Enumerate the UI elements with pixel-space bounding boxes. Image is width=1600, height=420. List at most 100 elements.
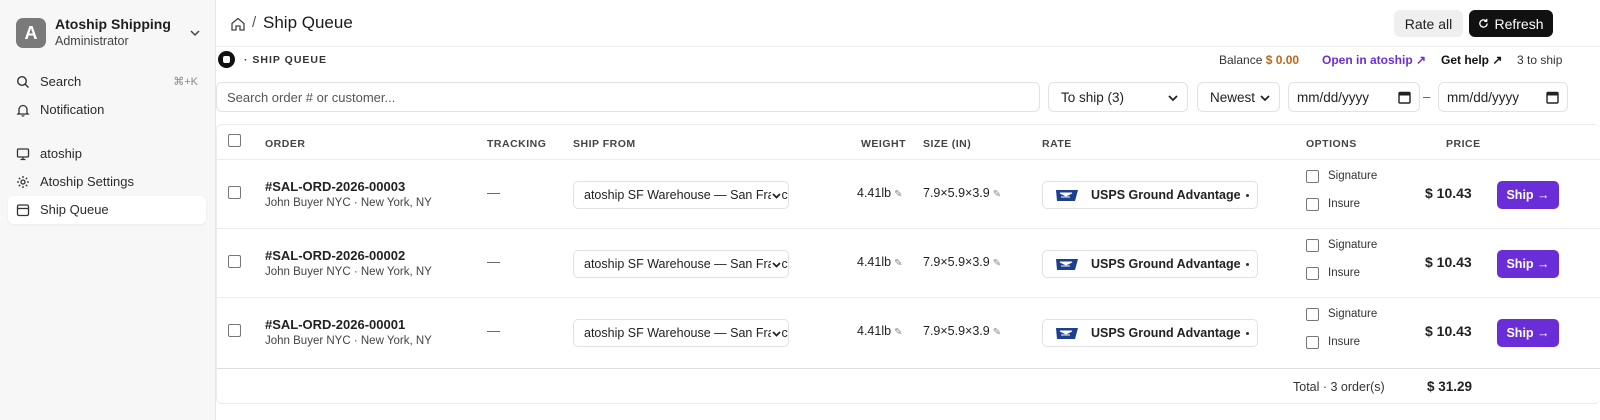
sidebar-item-atoship-settings[interactable]: Atoship Settings xyxy=(8,168,206,196)
column-header-weight: WEIGHT xyxy=(861,138,906,150)
order-id[interactable]: #SAL-ORD-2026-00002 xyxy=(265,248,405,263)
weight-value[interactable]: 4.41lb ✎ xyxy=(857,324,902,338)
price-value: $ 10.43 xyxy=(1425,254,1472,270)
workspace-name: Atoship Shipping xyxy=(55,16,171,32)
status-filter-select[interactable]: To ship (3) xyxy=(1048,82,1188,112)
insure-checkbox[interactable] xyxy=(1306,198,1319,211)
bell-icon xyxy=(16,104,30,117)
pencil-icon: ✎ xyxy=(992,189,1002,200)
pencil-icon: ✎ xyxy=(894,189,903,200)
usps-eagle-icon xyxy=(1056,328,1078,339)
rate-select[interactable]: USPS Ground Advantage xyxy=(1042,181,1258,209)
ship-button[interactable]: Ship → xyxy=(1497,181,1559,209)
sidebar-item-label: Notification xyxy=(40,102,105,117)
workspace-switcher[interactable]: A Atoship Shipping Administrator xyxy=(16,16,202,52)
date-from-field[interactable]: mm/dd/yyyy xyxy=(1288,82,1420,112)
weight-text: 4.41lb xyxy=(857,186,892,200)
sidebar-item-label: Atoship Settings xyxy=(40,174,134,189)
signature-label: Signature xyxy=(1328,308,1378,320)
column-header-options: OPTIONS xyxy=(1306,138,1357,150)
rate-label: USPS Ground Advantage xyxy=(1091,188,1241,202)
sidebar-item-label: atoship xyxy=(40,146,82,161)
calendar-icon xyxy=(1398,91,1411,104)
order-id[interactable]: #SAL-ORD-2026-00001 xyxy=(265,317,405,332)
rate-select[interactable]: USPS Ground Advantage xyxy=(1042,250,1258,278)
monitor-icon xyxy=(16,148,30,161)
home-icon[interactable] xyxy=(230,16,246,32)
to-ship-count: 3 to ship xyxy=(1517,53,1563,67)
table-row: #SAL-ORD-2026-00001 John Buyer NYC · New… xyxy=(217,297,1600,366)
search-input[interactable] xyxy=(216,82,1040,112)
rate-select[interactable]: USPS Ground Advantage xyxy=(1042,319,1258,347)
ship-from-select[interactable]: atoship SF Warehouse — San Francisco xyxy=(573,250,789,278)
date-to-field[interactable]: mm/dd/yyyy xyxy=(1438,82,1568,112)
row-checkbox[interactable] xyxy=(228,186,241,199)
pencil-icon: ✎ xyxy=(894,327,903,338)
pencil-icon: ✎ xyxy=(992,327,1002,338)
row-checkbox[interactable] xyxy=(228,255,241,268)
rate-label: USPS Ground Advantage xyxy=(1091,257,1241,271)
weight-text: 4.41lb xyxy=(857,255,892,269)
date-from-placeholder: mm/dd/yyyy xyxy=(1297,89,1370,105)
top-bar: / Ship Queue Rate all Refresh xyxy=(216,0,1600,47)
insure-label: Insure xyxy=(1328,336,1360,348)
chevron-down-icon xyxy=(771,328,782,339)
insure-checkbox[interactable] xyxy=(1306,336,1319,349)
sort-value: Newest xyxy=(1210,89,1256,105)
atoship-logo-icon xyxy=(218,51,235,68)
price-value: $ 10.43 xyxy=(1425,323,1472,339)
order-customer: John Buyer NYC · New York, NY xyxy=(265,335,432,347)
sidebar-item-atoship[interactable]: atoship xyxy=(8,140,206,168)
size-value[interactable]: 7.9×5.9×3.9 ✎ xyxy=(923,186,1001,200)
ship-button[interactable]: Ship → xyxy=(1497,319,1559,347)
signature-checkbox[interactable] xyxy=(1306,239,1319,252)
ship-from-value: atoship SF Warehouse — San Francisco xyxy=(584,188,789,202)
signature-label: Signature xyxy=(1328,170,1378,182)
open-in-atoship-link[interactable]: Open in atoship ↗ xyxy=(1322,53,1426,67)
ship-from-select[interactable]: atoship SF Warehouse — San Francisco xyxy=(573,319,789,347)
ship-button[interactable]: Ship → xyxy=(1497,250,1559,278)
usps-eagle-icon xyxy=(1056,259,1078,270)
calendar-icon xyxy=(1546,91,1559,104)
search-icon xyxy=(16,75,29,88)
workspace-role: Administrator xyxy=(55,34,129,48)
size-text: 7.9×5.9×3.9 xyxy=(923,255,990,269)
select-all-checkbox[interactable] xyxy=(228,134,241,147)
signature-label: Signature xyxy=(1328,239,1378,251)
get-help-link[interactable]: Get help ↗ xyxy=(1441,53,1502,67)
weight-value[interactable]: 4.41lb ✎ xyxy=(857,186,902,200)
pencil-icon: ✎ xyxy=(992,258,1002,269)
dropdown-dot-icon xyxy=(1246,332,1249,335)
chevron-down-icon xyxy=(190,30,200,37)
sort-select[interactable]: Newest xyxy=(1197,82,1280,112)
signature-checkbox[interactable] xyxy=(1306,170,1319,183)
ship-from-value: atoship SF Warehouse — San Francisco xyxy=(584,326,789,340)
signature-checkbox[interactable] xyxy=(1306,308,1319,321)
order-id[interactable]: #SAL-ORD-2026-00003 xyxy=(265,179,405,194)
ship-from-select[interactable]: atoship SF Warehouse — San Francisco xyxy=(573,181,789,209)
sidebar-item-label: Search xyxy=(40,74,82,89)
size-value[interactable]: 7.9×5.9×3.9 ✎ xyxy=(923,255,1001,269)
sidebar-item-ship-queue[interactable]: Ship Queue xyxy=(8,196,206,224)
dropdown-dot-icon xyxy=(1246,194,1249,197)
order-customer: John Buyer NYC · New York, NY xyxy=(265,197,432,209)
sidebar-item-notification[interactable]: Notification xyxy=(8,96,206,124)
chevron-down-icon xyxy=(1260,95,1270,102)
balance-value: $ 0.00 xyxy=(1265,53,1300,67)
refresh-button[interactable]: Refresh xyxy=(1469,10,1553,37)
rate-all-button[interactable]: Rate all xyxy=(1394,10,1463,37)
sidebar-item-search[interactable]: Search ⌘+K xyxy=(8,68,206,96)
insure-label: Insure xyxy=(1328,198,1360,210)
breadcrumb-separator: / xyxy=(252,14,257,31)
order-customer: John Buyer NYC · New York, NY xyxy=(265,266,432,278)
rate-label: USPS Ground Advantage xyxy=(1091,326,1241,340)
sidebar-item-label: Ship Queue xyxy=(40,202,109,217)
tracking-value: — xyxy=(487,254,500,269)
table-total-row: Total · 3 order(s) $ 31.29 xyxy=(217,368,1600,404)
row-checkbox[interactable] xyxy=(228,324,241,337)
table-row: #SAL-ORD-2026-00003 John Buyer NYC · New… xyxy=(217,159,1600,228)
weight-value[interactable]: 4.41lb ✎ xyxy=(857,255,902,269)
insure-checkbox[interactable] xyxy=(1306,267,1319,280)
calendar-icon xyxy=(16,204,30,217)
size-value[interactable]: 7.9×5.9×3.9 ✎ xyxy=(923,324,1001,338)
